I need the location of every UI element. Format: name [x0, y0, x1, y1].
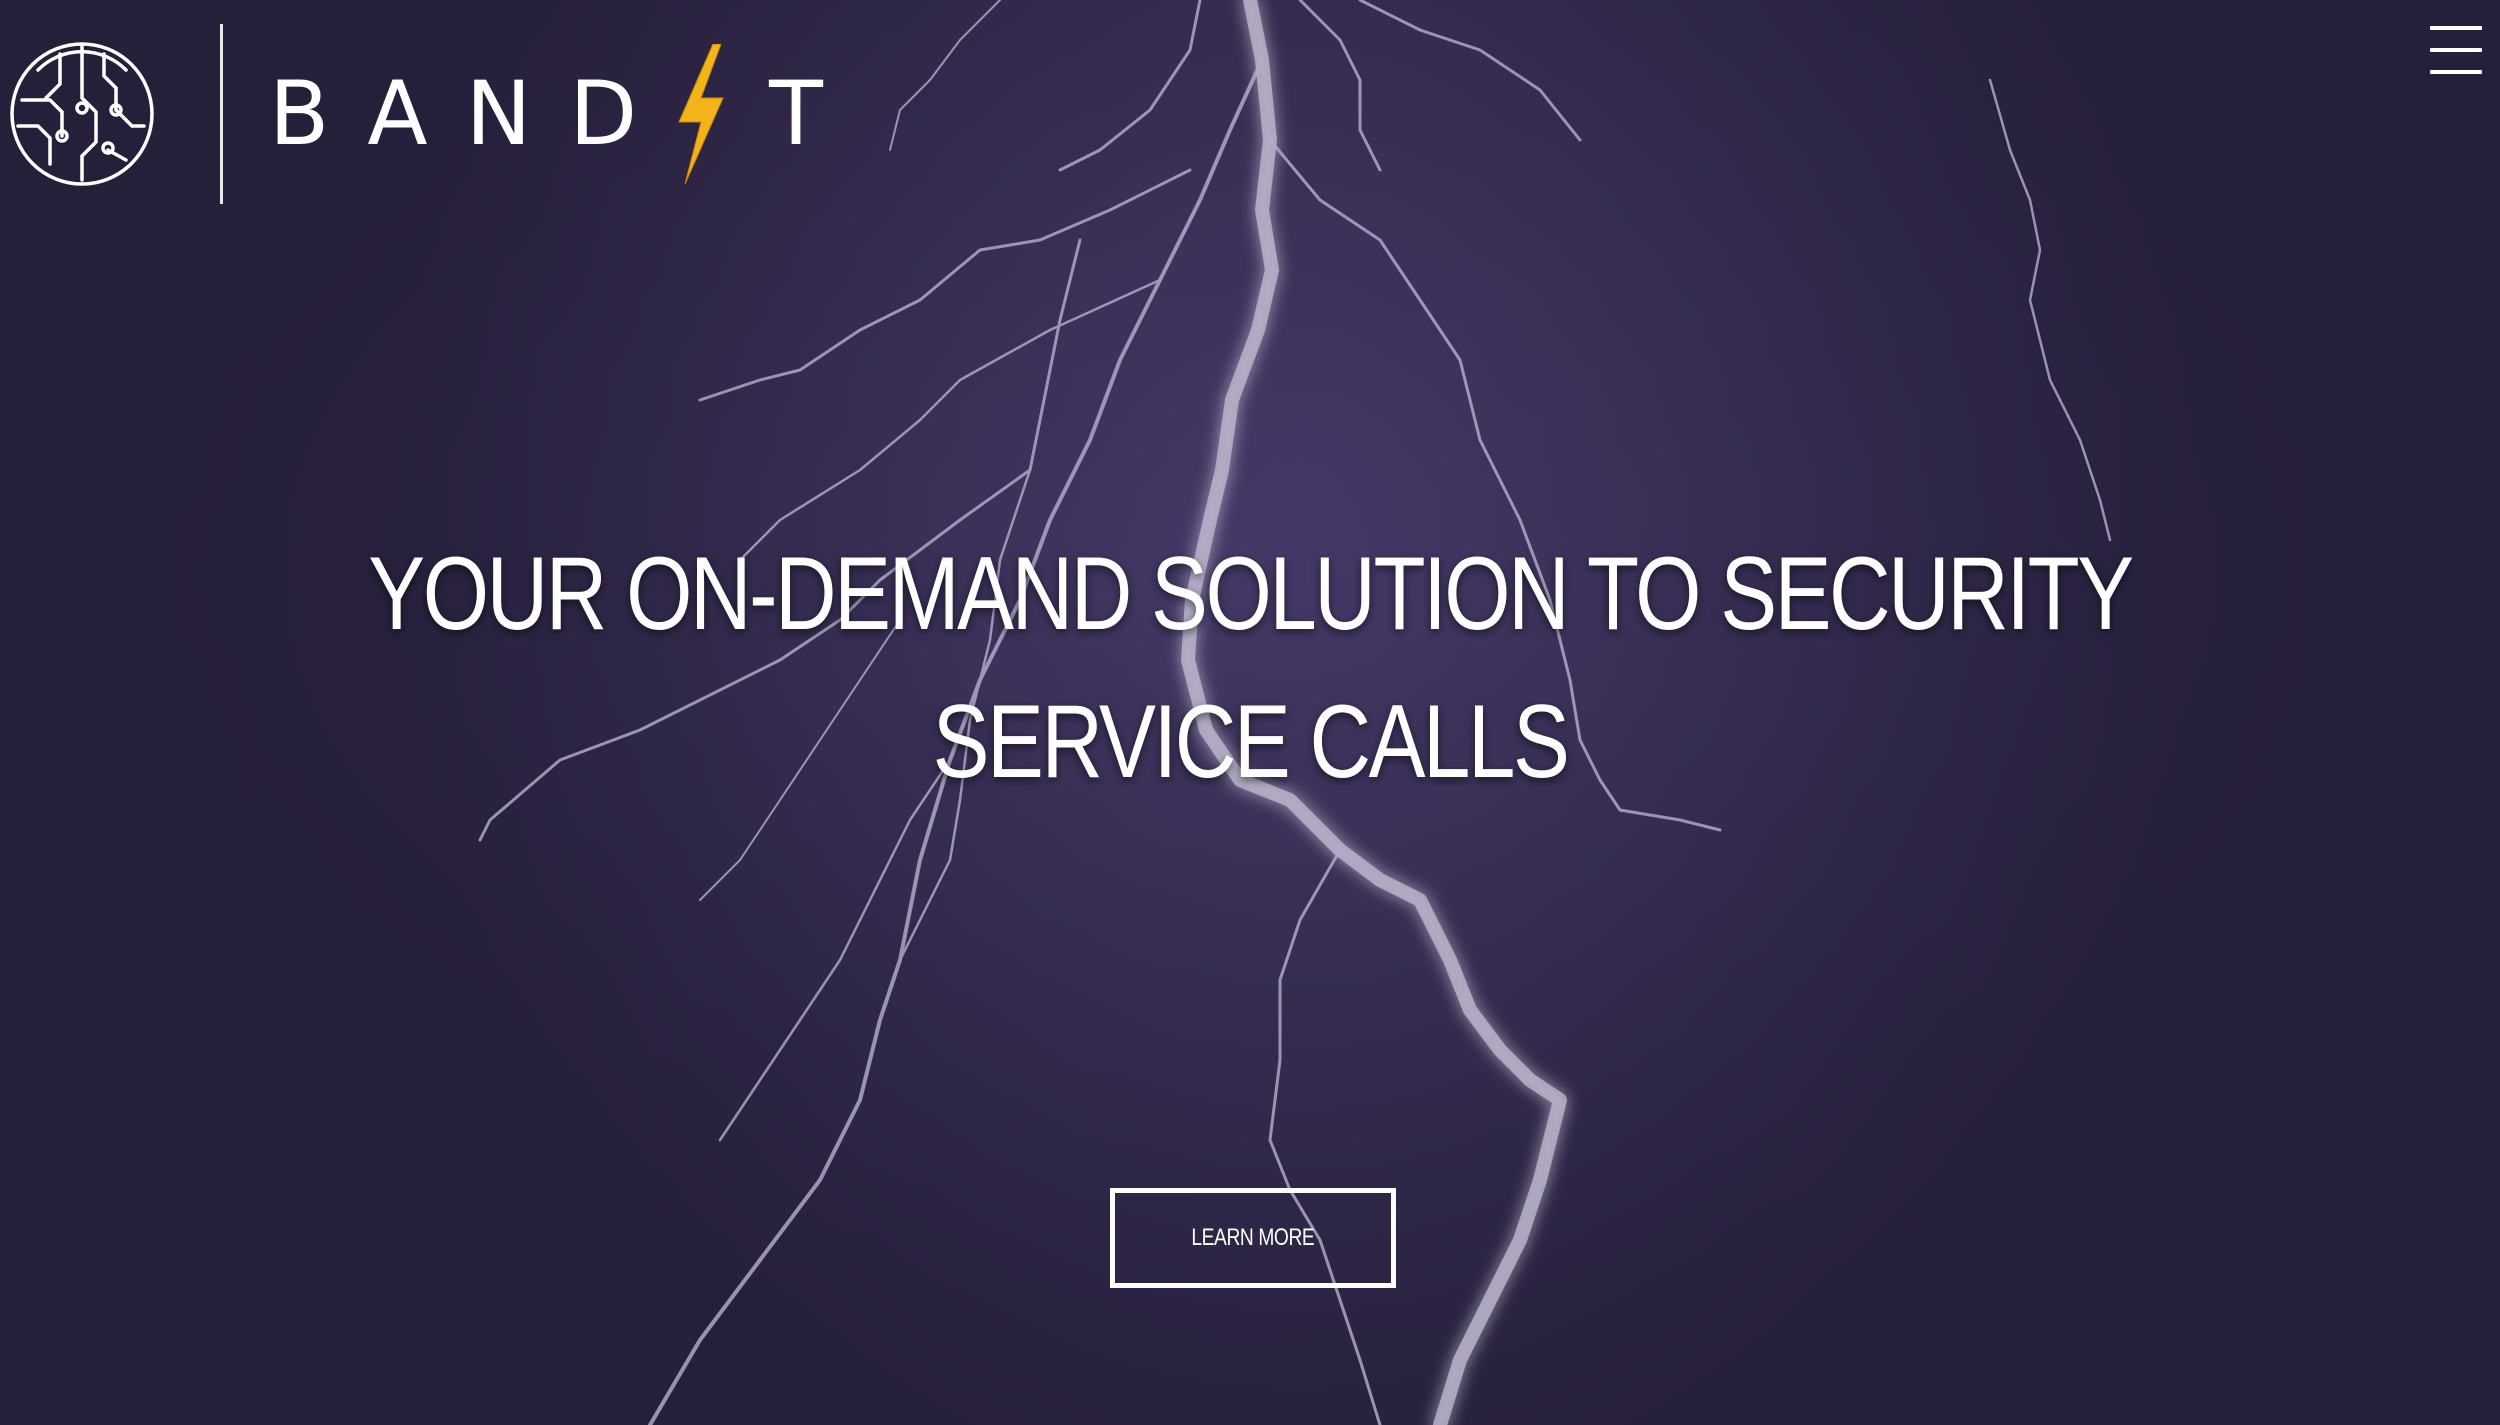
menu-bar	[2430, 70, 2482, 74]
hero-headline-line2: SERVICE CALLS	[932, 684, 1570, 800]
hamburger-menu-icon[interactable]	[2426, 20, 2486, 80]
hero-section: BAND T YOUR ON-DEMAND SOLUTION TO SECURI…	[0, 0, 2500, 1425]
lightning-bolt-icon	[678, 44, 724, 184]
learn-more-label: LEARN MORE	[1191, 1224, 1315, 1251]
logo-divider	[220, 24, 223, 204]
brand-wordmark: BAND T	[269, 44, 861, 184]
hero-headline-line1: YOUR ON-DEMAND SOLUTION TO SECURITY	[368, 536, 2134, 652]
menu-bar	[2430, 48, 2482, 52]
brand-name-last-letter: T	[769, 62, 861, 165]
brand-name: BAND	[269, 62, 676, 165]
menu-bar	[2430, 26, 2482, 30]
learn-more-button[interactable]: LEARN MORE	[1110, 1188, 1396, 1288]
circuit-emblem-icon	[10, 42, 154, 186]
brand-logo-link[interactable]: BAND T	[8, 24, 861, 204]
hero-headline: YOUR ON-DEMAND SOLUTION TO SECURITY SERV…	[225, 520, 2275, 816]
